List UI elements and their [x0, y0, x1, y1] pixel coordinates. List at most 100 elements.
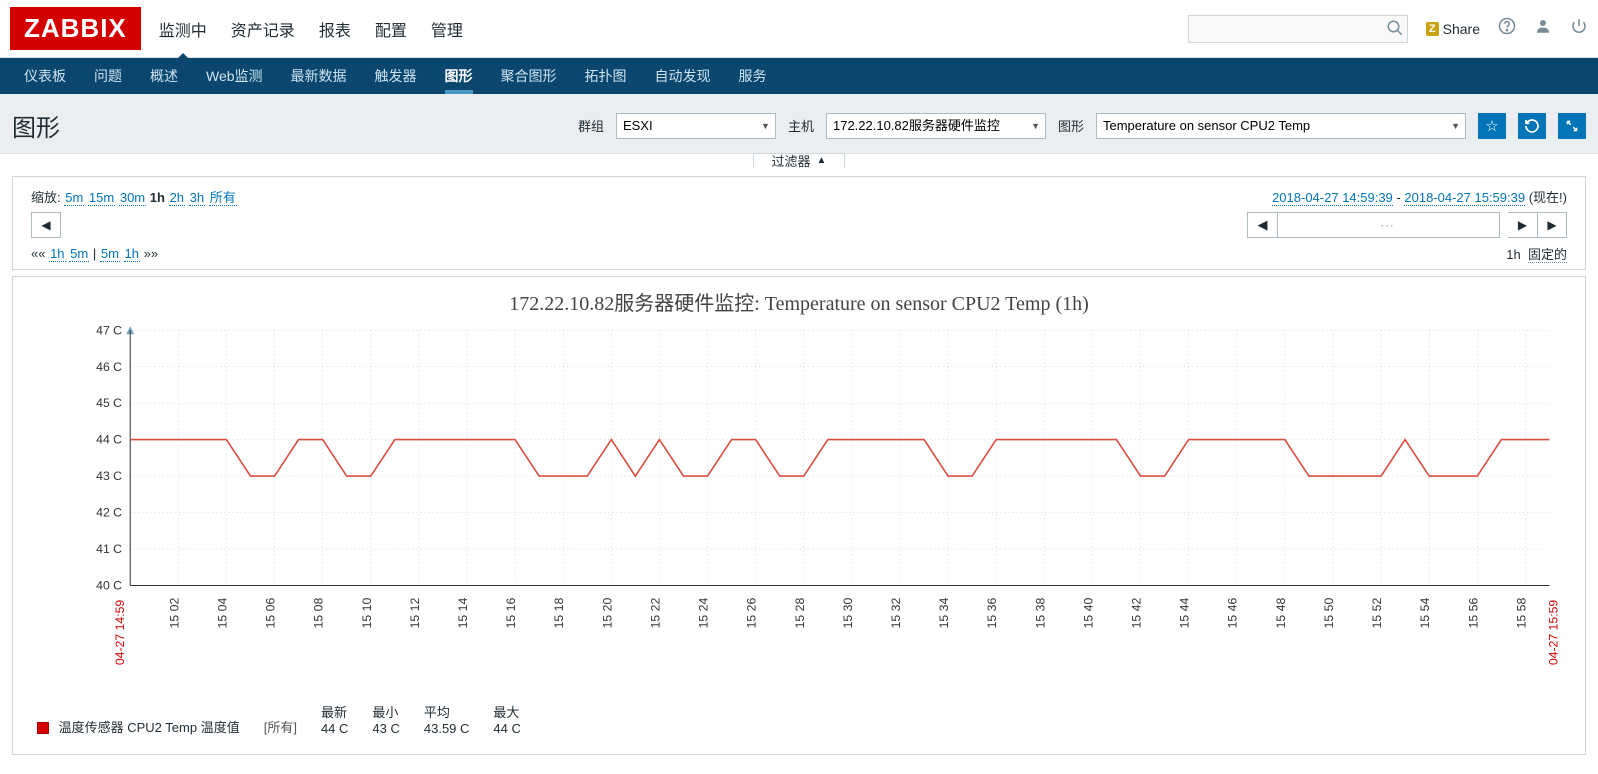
svg-text:15 18: 15 18 — [552, 598, 566, 629]
chevron-up-icon: ▲ — [817, 155, 827, 166]
sub-nav-item[interactable]: 服务 — [725, 58, 781, 94]
svg-text:15 52: 15 52 — [1370, 598, 1384, 629]
zoom-option[interactable]: 所有 — [209, 190, 237, 206]
zoom-option-current[interactable]: 1h — [150, 190, 165, 205]
fullscreen-button[interactable] — [1558, 113, 1586, 139]
help-icon[interactable] — [1498, 17, 1516, 40]
main-nav-item[interactable]: 管理 — [431, 0, 463, 59]
sub-nav: 仪表板问题概述Web监测最新数据触发器图形聚合图形拓扑图自动发现服务 — [0, 58, 1598, 94]
sub-nav-item[interactable]: 问题 — [80, 58, 136, 94]
zoom-option[interactable]: 15m — [88, 190, 115, 206]
graph-select[interactable]: Temperature on sensor CPU2 Temp — [1096, 113, 1466, 139]
time-now-label: (现在!) — [1529, 190, 1567, 205]
sub-nav-item[interactable]: Web监测 — [192, 58, 277, 94]
step-right[interactable]: 5m — [100, 246, 120, 262]
sub-nav-item[interactable]: 聚合图形 — [487, 58, 571, 94]
svg-text:43 C: 43 C — [96, 469, 122, 483]
legend-row: 温度传感器 CPU2 Temp 温度值 [所有] 最新 44 C 最小 43 C… — [23, 688, 1575, 736]
fixed-label: 1h 固定的 — [1506, 244, 1567, 263]
main-nav-item[interactable]: 报表 — [319, 0, 351, 59]
svg-text:15 30: 15 30 — [841, 598, 855, 629]
time-range: 2018-04-27 14:59:39 - 2018-04-27 15:59:3… — [1272, 187, 1567, 206]
svg-text:15 16: 15 16 — [504, 598, 518, 629]
svg-text:41 C: 41 C — [96, 542, 122, 556]
fixed-toggle[interactable]: 固定的 — [1528, 247, 1567, 263]
sub-nav-item[interactable]: 仪表板 — [10, 58, 80, 94]
sub-nav-item[interactable]: 触发器 — [361, 58, 431, 94]
stat-min: 最小 43 C — [372, 702, 399, 736]
svg-text:15 42: 15 42 — [1130, 598, 1144, 629]
sub-nav-item[interactable]: 自动发现 — [641, 58, 725, 94]
step-left[interactable]: 5m — [69, 246, 89, 262]
svg-text:42 C: 42 C — [96, 506, 122, 520]
zoom-option[interactable]: 30m — [119, 190, 146, 206]
zoom-option[interactable]: 2h — [169, 190, 185, 206]
favorite-button[interactable]: ☆ — [1478, 113, 1506, 139]
search-input[interactable] — [1188, 15, 1408, 43]
svg-text:15 32: 15 32 — [889, 598, 903, 629]
top-header: ZABBIX 监测中资产记录报表配置管理 Z Share — [0, 0, 1598, 58]
time-next-button[interactable]: ▶ — [1537, 212, 1567, 238]
sub-nav-item[interactable]: 拓扑图 — [571, 58, 641, 94]
sub-nav-item[interactable]: 图形 — [431, 58, 487, 94]
svg-text:15 46: 15 46 — [1226, 598, 1240, 629]
share-badge-icon: Z — [1426, 22, 1439, 36]
time-from[interactable]: 2018-04-27 14:59:39 — [1272, 190, 1393, 206]
time-row-nav: ◀ ◀ ⋯ ▶ ▶ — [31, 212, 1567, 238]
zoom-links: 缩放: 5m 15m 30m 1h 2h 3h 所有 — [31, 187, 237, 206]
svg-text:15 20: 15 20 — [600, 598, 614, 629]
svg-text:15 48: 15 48 — [1274, 598, 1288, 629]
svg-text:04-27 14:59: 04-27 14:59 — [113, 600, 127, 666]
graph-label: 图形 — [1058, 116, 1084, 135]
legend-entry: 温度传感器 CPU2 Temp 温度值 — [37, 717, 240, 736]
legend-func: [所有] — [264, 717, 297, 736]
zoom-option[interactable]: 3h — [189, 190, 205, 206]
filter-tab-label: 过滤器 — [772, 151, 811, 170]
time-slider[interactable]: ⋯ — [1277, 212, 1500, 238]
brand-logo[interactable]: ZABBIX — [10, 7, 141, 50]
svg-text:15 26: 15 26 — [745, 598, 759, 629]
svg-text:40 C: 40 C — [96, 579, 122, 593]
svg-text:15 40: 15 40 — [1081, 598, 1095, 629]
group-label: 群组 — [578, 116, 604, 135]
svg-text:45 C: 45 C — [96, 396, 122, 410]
slider-next-button[interactable]: ▶ — [1508, 212, 1538, 238]
svg-text:15 54: 15 54 — [1418, 598, 1432, 629]
svg-text:15 08: 15 08 — [312, 598, 326, 629]
search-box — [1188, 15, 1408, 43]
svg-text:15 34: 15 34 — [937, 598, 951, 629]
step-links: «« 1h 5m | 5m 1h »» — [31, 246, 158, 261]
stat-avg: 平均 43.59 C — [424, 702, 470, 736]
share-link[interactable]: Z Share — [1426, 21, 1480, 37]
refresh-button[interactable] — [1518, 113, 1546, 139]
svg-text:04-27 15:59: 04-27 15:59 — [1547, 600, 1561, 666]
sub-nav-item[interactable]: 最新数据 — [277, 58, 361, 94]
page-header: 图形 群组 ESXI 主机 172.22.10.82服务器硬件监控 图形 Tem… — [0, 94, 1598, 154]
main-nav-item[interactable]: 配置 — [375, 0, 407, 59]
legend-series-name: 温度传感器 CPU2 Temp 温度值 — [59, 720, 240, 735]
time-prev-button[interactable]: ◀ — [31, 212, 61, 238]
main-nav-item[interactable]: 监测中 — [159, 0, 207, 59]
host-select[interactable]: 172.22.10.82服务器硬件监控 — [826, 113, 1046, 139]
user-icon[interactable] — [1534, 17, 1552, 40]
filter-tab[interactable]: 过滤器 ▲ — [753, 153, 846, 169]
power-icon[interactable] — [1570, 17, 1588, 40]
svg-text:44 C: 44 C — [96, 433, 122, 447]
main-nav-item[interactable]: 资产记录 — [231, 0, 295, 59]
slider-prev-button[interactable]: ◀ — [1247, 212, 1277, 238]
svg-text:15 02: 15 02 — [167, 598, 181, 629]
step-left[interactable]: 1h — [49, 246, 65, 262]
page-title: 图形 — [12, 108, 60, 143]
host-label: 主机 — [788, 116, 814, 135]
legend-swatch-icon — [37, 722, 49, 734]
chart-card: 172.22.10.82服务器硬件监控: Temperature on sens… — [12, 276, 1586, 755]
sub-nav-item[interactable]: 概述 — [136, 58, 192, 94]
step-right[interactable]: 1h — [124, 246, 140, 262]
zoom-option[interactable]: 5m — [64, 190, 84, 206]
search-icon[interactable] — [1386, 19, 1404, 40]
time-to[interactable]: 2018-04-27 15:59:39 — [1404, 190, 1525, 206]
group-select[interactable]: ESXI — [616, 113, 776, 139]
svg-text:46 C: 46 C — [96, 360, 122, 374]
svg-text:15 58: 15 58 — [1514, 598, 1528, 629]
svg-text:15 56: 15 56 — [1466, 598, 1480, 629]
